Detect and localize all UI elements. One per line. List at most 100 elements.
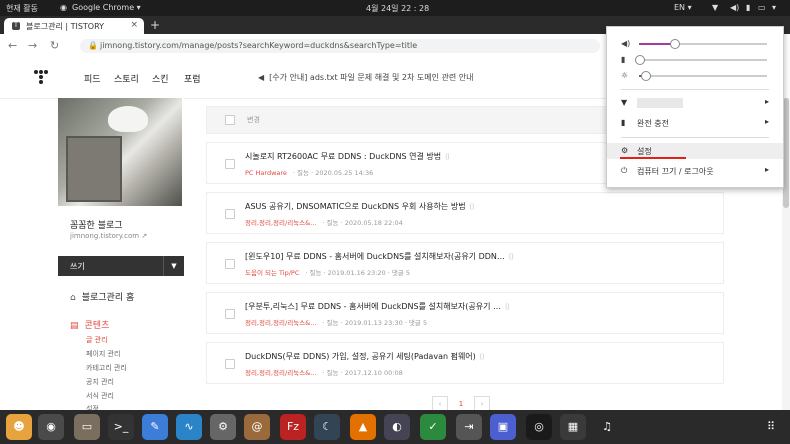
post-category[interactable]: 도움이 되는 Tip/PC xyxy=(245,269,299,277)
text-editor-icon[interactable]: ✎ xyxy=(142,414,168,440)
post-category[interactable]: 정리,정리,정리/리눅스&... xyxy=(245,319,316,327)
browser-tab[interactable]: T 블로그관리 | TISTORY × xyxy=(4,18,144,34)
menu-skin[interactable]: 스킨 xyxy=(152,72,169,85)
list-item[interactable]: ASUS 공유기, DNSOMATIC으로 DuckDNS 우회 사용하는 방법… xyxy=(206,192,724,234)
volume-track[interactable] xyxy=(639,39,767,49)
notice-banner[interactable]: ◀ [수가 안내] ads.txt 파일 문제 해결 및 2차 도메인 관련 안내 xyxy=(258,72,473,83)
post-title[interactable]: [우분투,리눅스] 무료 DDNS - 홈서버에 DuckDNS를 설치해보자(… xyxy=(245,301,510,312)
mic-track[interactable] xyxy=(635,55,767,65)
speaker-volume-icon: ◀) xyxy=(621,39,631,48)
brightness-icon: ☼ xyxy=(621,71,629,80)
volume-icon[interactable]: ◀) xyxy=(730,3,739,12)
reload-icon[interactable]: ↻ xyxy=(50,39,59,52)
post-category[interactable]: 정리,정리,정리/리눅스&... xyxy=(245,369,316,377)
brightness-track[interactable] xyxy=(639,71,767,81)
blog-name[interactable]: 꼼꼼한 블로그 xyxy=(70,218,123,231)
back-icon[interactable]: ← xyxy=(8,39,17,52)
menu-feed[interactable]: 피드 xyxy=(84,72,101,85)
new-tab-button[interactable]: + xyxy=(150,18,160,32)
post-category[interactable]: PC Hardware xyxy=(245,169,287,177)
post-checkbox[interactable] xyxy=(225,159,235,169)
update-icon[interactable]: ✓ xyxy=(420,414,446,440)
brightness-knob[interactable] xyxy=(641,71,652,81)
gimp-icon[interactable]: ☾ xyxy=(314,414,340,440)
language-indicator[interactable]: EN ▾ xyxy=(674,3,692,12)
app-menu[interactable]: Google Chrome ▾ xyxy=(72,3,141,12)
calculator-icon[interactable]: ▦ xyxy=(560,414,586,440)
activities-button[interactable]: 현재 활동 xyxy=(6,3,38,14)
vlc-icon[interactable]: ▲ xyxy=(350,414,376,440)
music-icon[interactable]: ♫ xyxy=(594,414,620,440)
app-grid-icon[interactable]: ⠿ xyxy=(758,414,784,440)
select-all-checkbox[interactable] xyxy=(225,115,235,125)
mic-icon[interactable]: ▮ xyxy=(746,3,750,12)
wifi-network-name-redacted xyxy=(637,98,683,108)
volume-knob[interactable] xyxy=(669,39,680,49)
wifi-icon[interactable]: ▼ xyxy=(712,3,718,12)
blog-url[interactable]: jimnong.tistory.com ↗ xyxy=(70,232,147,240)
list-item[interactable]: [우분투,리눅스] 무료 DDNS - 홈서버에 DuckDNS를 설치해보자(… xyxy=(206,292,724,334)
list-item[interactable]: [윈도우10] 무료 DDNS - 홈서버에 DuckDNS를 설치해보자(공유… xyxy=(206,242,724,284)
volume-slider[interactable]: ◀) xyxy=(621,39,771,49)
brightness-slider[interactable]: ☼ xyxy=(621,71,771,81)
files-icon[interactable]: ▭ xyxy=(74,414,100,440)
post-checkbox[interactable] xyxy=(225,209,235,219)
url-field[interactable]: 🔒 jimnong.tistory.com/manage/posts?searc… xyxy=(80,39,600,53)
camera-icon[interactable]: ◎ xyxy=(526,414,552,440)
post-checkbox[interactable] xyxy=(225,259,235,269)
post-title[interactable]: ASUS 공유기, DNSOMATIC으로 DuckDNS 우회 사용하는 방법… xyxy=(245,201,474,212)
sidebar-item-templates[interactable]: 서식 관리 xyxy=(86,391,114,401)
change-dropdown[interactable]: 변경 xyxy=(247,115,260,125)
menu-forum[interactable]: 포럼 xyxy=(184,72,201,85)
close-tab-icon[interactable]: × xyxy=(130,20,138,30)
sidebar-item-notices[interactable]: 공지 관리 xyxy=(86,377,114,387)
list-item[interactable]: DuckDNS(무료 DDNS) 가입, 설정, 공유기 세팅(Padavan … xyxy=(206,342,724,384)
post-meta: 정리,정리,정리/리눅스&... · 질능 · 2020.05.18 22:04 xyxy=(245,217,403,227)
sidebar-item-content[interactable]: ▤ 콘텐츠 xyxy=(70,318,109,331)
gear-icon: ⚙ xyxy=(621,146,629,155)
sidebar-content-label: 콘텐츠 xyxy=(84,321,110,331)
system-menu-chevron-icon[interactable]: ▾ xyxy=(772,3,776,12)
post-title-text: 시놀로지 RT2600AC 무료 DDNS : DuckDNS 연결 방법 xyxy=(245,152,442,161)
pin-icon: ⌷ xyxy=(445,152,450,161)
post-title[interactable]: 시놀로지 RT2600AC 무료 DDNS : DuckDNS 연결 방법 ⌷ xyxy=(245,151,450,162)
settings-gear-icon[interactable]: ⚙ xyxy=(210,414,236,440)
tistory-logo-icon[interactable] xyxy=(34,70,48,84)
sidebar-item-pages[interactable]: 페이지 관리 xyxy=(86,349,120,359)
forward-icon[interactable]: → xyxy=(28,39,37,52)
sidebar-item-categories[interactable]: 카테고리 관리 xyxy=(86,363,127,373)
power-label: 컴퓨터 끄기 / 로그아웃 xyxy=(637,167,714,176)
battery-menu-item[interactable]: ▮ 완전 충전 ▸ xyxy=(607,115,783,131)
menu-story[interactable]: 스토리 xyxy=(114,72,139,85)
system-monitor-icon[interactable]: ∿ xyxy=(176,414,202,440)
clock[interactable]: 4월 24일 22 : 28 xyxy=(366,3,429,14)
image-viewer-icon[interactable]: ◐ xyxy=(384,414,410,440)
emoji-app-icon[interactable]: ☻ xyxy=(6,414,32,440)
chrome-icon[interactable]: ◉ xyxy=(38,414,64,440)
write-button[interactable]: 쓰기 ▼ xyxy=(58,256,184,276)
post-meta: 도움이 되는 Tip/PC · 질능 · 2019.01.16 23:20 · 댓… xyxy=(245,267,410,277)
remote-desktop-icon[interactable]: ⇥ xyxy=(456,414,482,440)
chevron-right-icon: ▸ xyxy=(764,97,769,106)
filezilla-icon[interactable]: Fz xyxy=(280,414,306,440)
wifi-menu-item[interactable]: ▼ ▸ xyxy=(607,95,783,111)
page-number[interactable]: 1 xyxy=(454,397,468,411)
sidebar-item-home[interactable]: ⌂ 블로그관리 홈 xyxy=(70,290,134,303)
screenshot-icon[interactable]: ▣ xyxy=(490,414,516,440)
post-title[interactable]: DuckDNS(무료 DDNS) 가입, 설정, 공유기 세팅(Padavan … xyxy=(245,351,485,362)
archive-icon[interactable]: @ xyxy=(244,414,270,440)
sidebar-item-posts[interactable]: 글 관리 xyxy=(86,335,108,345)
wifi-icon: ▼ xyxy=(621,98,628,107)
power-menu-item[interactable]: ⏻ 컴퓨터 끄기 / 로그아웃 ▸ xyxy=(607,163,783,179)
post-title[interactable]: [윈도우10] 무료 DDNS - 홈서버에 DuckDNS를 설치해보자(공유… xyxy=(245,251,514,262)
chevron-down-icon[interactable]: ▼ xyxy=(163,256,184,276)
terminal-icon[interactable]: >_ xyxy=(108,414,134,440)
battery-icon[interactable]: ▭ xyxy=(758,3,766,12)
mic-knob[interactable] xyxy=(635,55,645,65)
profile-image-cat xyxy=(108,106,148,132)
microphone-icon: ▮ xyxy=(621,55,626,64)
post-category[interactable]: 정리,정리,정리/리눅스&... xyxy=(245,219,316,227)
post-checkbox[interactable] xyxy=(225,309,235,319)
mic-slider[interactable]: ▮ xyxy=(621,55,771,65)
post-checkbox[interactable] xyxy=(225,359,235,369)
